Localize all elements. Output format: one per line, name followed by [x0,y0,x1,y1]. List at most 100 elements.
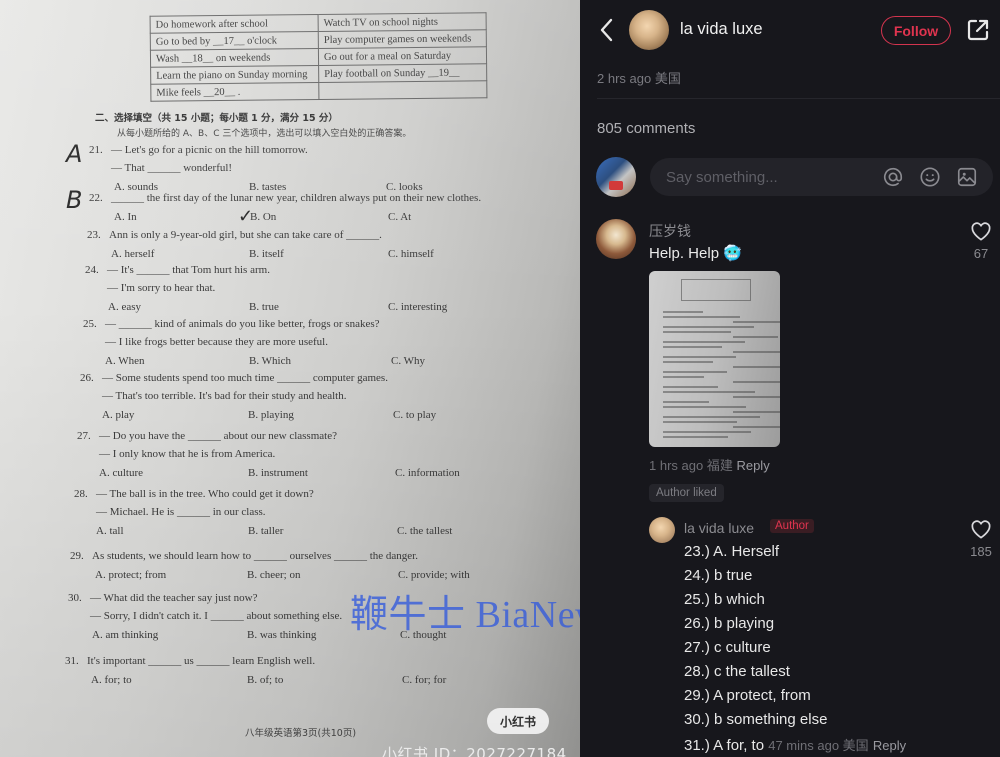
thumbnail-text-line [663,401,709,403]
question-text: — Do you have the ______ about our new c… [99,430,337,442]
like-count: 67 [973,246,989,261]
heart-icon[interactable] [970,519,992,539]
answer-option: B. playing [248,409,294,421]
question-line: — That's too terrible. It's bad for thei… [80,390,346,402]
question-number: 29. [70,550,84,562]
answer-option: C. At [388,211,412,223]
answer-line: 29.) A protect, from [684,687,811,704]
emoji-icon[interactable] [919,166,941,188]
table-cell: Go to bed by __17__ o'clock [150,31,319,51]
table-row: Mike feels __20__ . [150,80,487,102]
author-avatar[interactable] [629,10,669,50]
author-badge: Author [770,519,814,533]
question-text: — Let's go for a picnic on the hill tomo… [111,144,308,156]
question-text: As students, we should learn how to ____… [92,550,418,562]
chevron-left-icon[interactable] [596,17,618,43]
question-text: — I'm sorry to hear that. [107,282,216,294]
thumbnail-text-line [663,371,727,373]
table-cell [318,80,487,100]
commenter-name[interactable]: 压岁钱 [649,221,691,241]
thumbnail-text-line [663,431,751,433]
answer-option: B. instrument [248,467,308,479]
question-text: — It's ______ that Tom hurt his arm. [107,264,270,276]
comment-time: 1 hrs ago 福建 [649,458,733,473]
question-line: — I'm sorry to hear that. [85,282,215,294]
reply-author-name[interactable]: la vida luxe [684,520,754,536]
question-text: — That's too terrible. It's bad for thei… [102,390,347,402]
question-number: 22. [89,192,103,204]
post-time: 2 hrs ago 美国 [597,71,681,86]
answer-option: A. When [105,355,145,367]
question-text: — What did the teacher say just now? [90,592,258,604]
answer-option: A. am thinking [92,629,159,641]
answer-option: B. was thinking [247,629,317,641]
commenter-avatar[interactable] [596,219,636,259]
answer-option: C. Why [391,355,426,367]
question-number: 23. [87,229,101,241]
question-number: 30. [68,592,82,604]
comment-composer[interactable] [650,158,993,196]
question-text: — ______ kind of animals do you like bet… [105,318,380,330]
answer-line: 25.) b which [684,591,765,608]
heart-icon[interactable] [970,221,992,241]
thumbnail-text-line [663,331,731,333]
thumbnail-text-line [663,421,737,423]
follow-button[interactable]: Follow [881,16,951,45]
external-share-icon[interactable] [966,18,990,42]
author-liked-badge: Author liked [649,484,724,502]
question-line: 27. — Do you have the ______ about our ne… [77,430,337,442]
table-cell: Learn the piano on Sunday morning [150,65,319,85]
thumbnail-text-line [733,381,780,383]
answer-line: 26.) b playing [684,615,775,632]
thumbnail-text-line [663,436,728,438]
answer-option: A. easy [108,301,141,313]
answer-line-last: 31.) A for, to 47 mins ago 美国 Reply [684,735,906,754]
current-user-avatar [596,157,636,197]
thumbnail-text-line [663,376,704,378]
answer-option: C. himself [388,248,434,260]
answer-option: A. herself [111,248,155,260]
table-cell: Play computer games on weekends [318,29,487,49]
question-line: 25. — ______ kind of animals do you like … [83,318,380,330]
answer-option: C. information [395,467,460,479]
thumbnail-text-line [663,341,745,343]
section-title: 二、选择填空（共 15 小题；每小题 1 分，满分 15 分） [95,113,338,124]
table-cell: Do homework after school [150,14,319,34]
thumbnail-text-line [663,416,760,418]
answer-line: 30.) b something else [684,711,828,728]
comment-image-thumbnail[interactable] [649,271,780,447]
xiaohongshu-logo: 小红书 [487,708,549,734]
page-footer: 八年级英语第3页(共10页) [245,728,357,739]
question-number: 26. [80,372,94,384]
question-line: — Sorry, I didn't catch it. I ______ abo… [68,610,342,622]
question-line: 31. It's important ______ us ______ learn… [65,655,315,667]
answer-text: 31.) A for, to [684,737,765,754]
question-text: — I like frogs better because they are m… [105,336,328,348]
answer-option: C. the tallest [397,525,453,537]
comment-input[interactable] [666,168,866,186]
thumbnail-text-line [663,406,746,408]
thumbnail-text-line [733,366,780,368]
thumbnail-text-line [663,356,736,358]
answer-option: A. protect; from [95,569,167,581]
question-line: 24. — It's ______ that Tom hurt his arm. [85,264,270,276]
answer-option: B. of; to [247,674,284,686]
comment-text: Help. Help 🥶 [649,245,742,262]
thumbnail-text-line [733,351,780,353]
question-line: — I like frogs better because they are m… [83,336,328,348]
table-cell: Go out for a meal on Saturday [318,46,487,66]
reply-button[interactable]: Reply [873,738,906,753]
comment-count: 805 comments [597,120,696,137]
image-icon[interactable] [956,166,978,188]
thumbnail-text-line [733,321,780,323]
thumbnail-text-line [733,336,778,338]
question-text: — That ______ wonderful! [111,162,233,174]
reply-button[interactable]: Reply [736,458,769,473]
table-cell: Mike feels __20__ . [150,82,319,102]
at-icon[interactable] [882,166,904,188]
table-cell: Watch TV on school nights [318,12,487,32]
author-name[interactable]: la vida luxe [680,20,763,39]
table-cell: Wash __18__ on weekends [150,48,319,68]
answer-option: B. Which [249,355,291,367]
reply-author-avatar[interactable] [649,517,675,543]
